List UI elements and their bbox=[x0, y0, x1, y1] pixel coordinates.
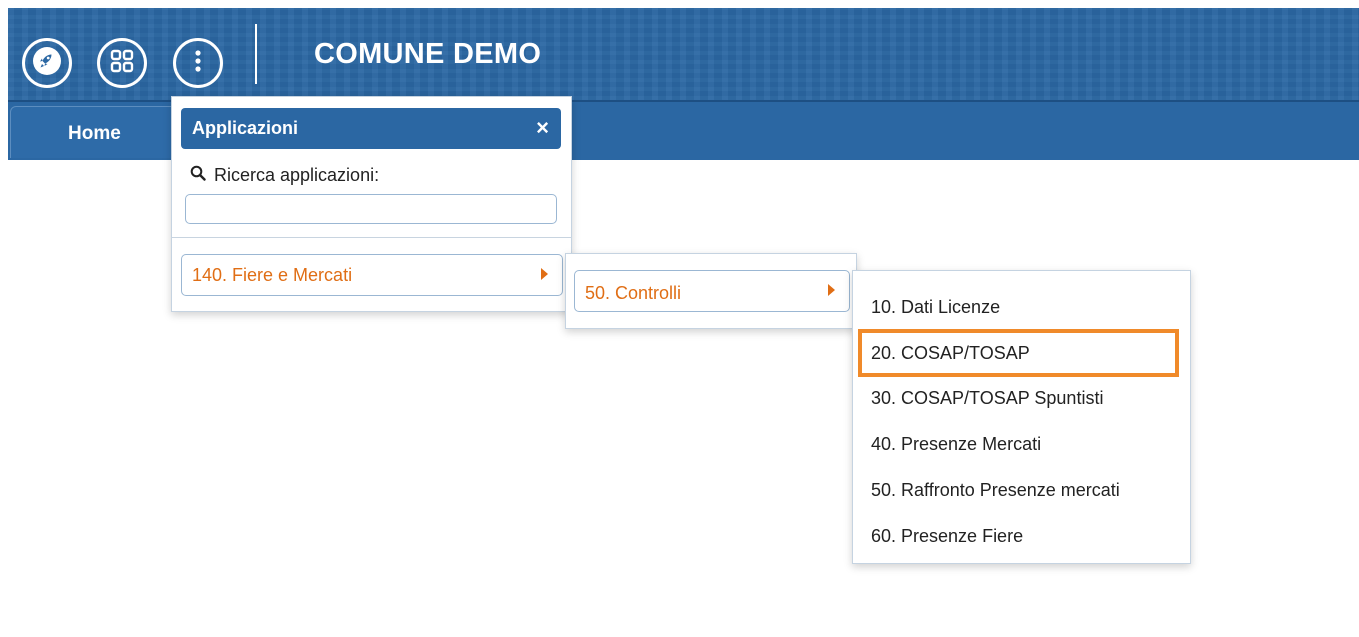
menu-item-controlli[interactable]: 50. Controlli bbox=[574, 270, 850, 312]
more-vertical-icon bbox=[193, 49, 203, 78]
more-options-button[interactable] bbox=[173, 38, 223, 88]
menu-item-dati-licenze[interactable]: 10. Dati Licenze bbox=[871, 297, 1000, 318]
rocket-icon bbox=[32, 46, 62, 81]
search-input[interactable] bbox=[185, 194, 557, 224]
panel-divider bbox=[172, 237, 572, 238]
search-label: Ricerca applicazioni: bbox=[190, 165, 379, 186]
page-title: COMUNE DEMO bbox=[314, 38, 542, 70]
header-divider bbox=[255, 24, 257, 84]
grid-icon bbox=[109, 48, 135, 79]
submenu-items: 10. Dati Licenze 20. COSAP/TOSAP 30. COS… bbox=[852, 270, 1191, 564]
chevron-right-icon bbox=[541, 268, 548, 280]
applications-panel-header: Applicazioni × bbox=[181, 108, 561, 149]
chevron-right-icon bbox=[828, 284, 835, 296]
applications-panel: Applicazioni × Ricerca applicazioni: 140… bbox=[171, 96, 572, 312]
applications-panel-title: Applicazioni bbox=[192, 118, 299, 138]
tab-home[interactable]: Home bbox=[10, 106, 180, 158]
menu-item-cosap-tosap-spuntisti[interactable]: 30. COSAP/TOSAP Spuntisti bbox=[871, 388, 1103, 409]
menu-item-presenze-fiere[interactable]: 60. Presenze Fiere bbox=[871, 526, 1023, 547]
menu-item-label: 140. Fiere e Mercati bbox=[192, 265, 353, 285]
launcher-button[interactable] bbox=[22, 38, 72, 88]
close-icon[interactable]: × bbox=[536, 115, 549, 141]
submenu-controlli: 50. Controlli bbox=[565, 253, 857, 329]
menu-item-raffronto-presenze-mercati[interactable]: 50. Raffronto Presenze mercati bbox=[871, 480, 1120, 501]
search-icon bbox=[190, 165, 206, 186]
menu-item-fiere-e-mercati[interactable]: 140. Fiere e Mercati bbox=[181, 254, 563, 296]
menu-item-cosap-tosap[interactable]: 20. COSAP/TOSAP bbox=[871, 343, 1030, 364]
menu-item-label: 50. Controlli bbox=[585, 283, 682, 303]
search-label-text: Ricerca applicazioni: bbox=[214, 165, 380, 185]
menu-item-presenze-mercati[interactable]: 40. Presenze Mercati bbox=[871, 434, 1041, 455]
apps-grid-button[interactable] bbox=[97, 38, 147, 88]
